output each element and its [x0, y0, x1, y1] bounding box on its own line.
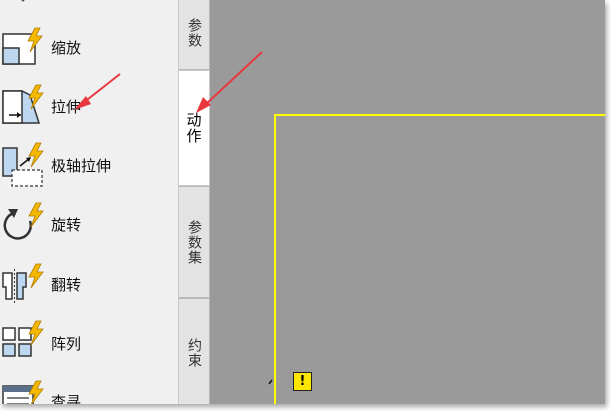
rotate-action-icon [3, 202, 44, 240]
tab-label: 动作 [184, 112, 203, 144]
palette-item-array[interactable]: 阵列 [0, 318, 178, 368]
palette-item-label: 查寻 [51, 392, 82, 405]
tab-label: 约束 [186, 338, 202, 368]
canvas-drawing [268, 114, 605, 404]
scale-action-icon [2, 27, 43, 65]
warning-icon: ! [299, 374, 306, 389]
palette-item-label: 极轴拉伸 [51, 156, 112, 175]
polar-stretch-action-icon [2, 142, 44, 187]
tab-parameters[interactable]: 参数 [179, 0, 210, 70]
block-authoring-window: 缩放 拉伸 极轴拉伸 旋转 翻转 阵列 查寻 参数 动作 参数集 约束 ! [0, 0, 605, 404]
stretch-action-icon [2, 84, 44, 124]
cut-off-tool-icon [21, 0, 25, 2]
palette-item-label: 缩放 [51, 38, 82, 57]
palette-item-stretch[interactable]: 拉伸 [0, 81, 178, 131]
palette-item-flip[interactable]: 翻转 [0, 259, 178, 309]
palette-item-scale[interactable]: 缩放 [0, 22, 178, 72]
grip-mark [268, 379, 273, 385]
tab-actions[interactable]: 动作 [179, 70, 210, 186]
block-authoring-palette: 缩放 拉伸 极轴拉伸 旋转 翻转 阵列 查寻 [0, 0, 178, 404]
tab-label: 参数 [186, 18, 202, 48]
tab-parameter-sets[interactable]: 参数集 [179, 186, 210, 298]
drawing-canvas[interactable]: ! [210, 0, 605, 404]
flip-action-icon [2, 263, 44, 303]
block-boundary-line [274, 114, 605, 404]
palette-item-label: 阵列 [51, 334, 82, 353]
palette-item-label: 翻转 [51, 275, 82, 294]
palette-item-rotate[interactable]: 旋转 [0, 199, 178, 249]
tab-label: 参数集 [186, 219, 202, 265]
palette-item-polar-stretch[interactable]: 极轴拉伸 [0, 140, 178, 190]
array-action-icon [2, 320, 44, 357]
palette-item-label: 拉伸 [51, 97, 82, 116]
warning-badge[interactable]: ! [293, 372, 312, 391]
palette-item-label: 旋转 [51, 215, 82, 234]
palette-tab-strip: 参数 动作 参数集 约束 [178, 0, 211, 404]
palette-item-lookup[interactable]: 查寻 [0, 376, 178, 404]
lookup-action-icon [2, 380, 44, 404]
tab-constraints[interactable]: 约束 [179, 298, 210, 404]
